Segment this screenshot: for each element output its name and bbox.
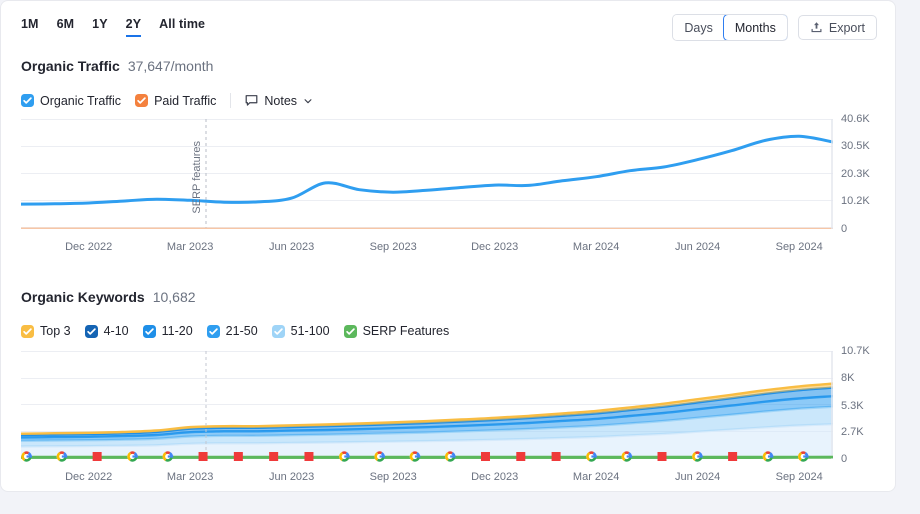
legend-item-4-10[interactable]: 4-10 [84, 324, 129, 338]
x-tick-label: Mar 2024 [572, 241, 620, 253]
traffic-gridlines [21, 119, 833, 228]
legend-divider [230, 93, 232, 108]
google-update-marker[interactable] [21, 451, 32, 462]
google-update-marker[interactable] [762, 451, 774, 462]
analytics-card: 1M 6M 1Y 2Y All time Days Months Export Organ… [0, 0, 896, 492]
export-icon [811, 22, 822, 33]
google-update-marker[interactable] [692, 451, 703, 462]
range-tab-1y[interactable]: 1Y [92, 17, 108, 37]
x-tick-label: Mar 2023 [166, 471, 214, 483]
keywords-event-markers[interactable] [21, 351, 833, 462]
organic-traffic-value: 37,647/month [127, 58, 214, 74]
x-tick-label: Dec 2022 [65, 241, 113, 253]
x-tick-label: Jun 2023 [269, 471, 315, 483]
granularity-option-months[interactable]: Months [722, 15, 787, 40]
google-update-marker[interactable] [798, 451, 809, 462]
range-tab-2y[interactable]: 2Y [125, 17, 142, 37]
range-tab-1m[interactable]: 1M [21, 17, 39, 37]
note-icon [245, 95, 258, 106]
chevron-down-icon [304, 98, 312, 103]
legend-item-serp-features[interactable]: SERP Features [343, 324, 449, 338]
checkbox-icon [142, 324, 156, 338]
x-tick-label: Dec 2023 [471, 241, 519, 253]
organic-keywords-value: 10,682 [152, 289, 196, 305]
checkbox-icon [21, 324, 34, 338]
legend-item-paid-traffic[interactable]: Paid Traffic [135, 94, 216, 108]
serp-change-marker[interactable] [92, 452, 102, 461]
checkbox-icon [21, 94, 34, 107]
x-tick-label: Dec 2022 [65, 471, 113, 483]
y-tick-label: 0 [841, 453, 848, 465]
y-tick-label: 20.3K [841, 168, 870, 180]
legend-item-51-100[interactable]: 51-100 [271, 324, 330, 338]
serp-change-marker[interactable] [198, 452, 208, 461]
serp-change-marker[interactable] [233, 452, 243, 461]
serp-change-marker[interactable] [480, 452, 490, 461]
y-tick-label: 2.7K [841, 425, 864, 438]
checkbox-icon [206, 324, 220, 338]
organic-keywords-header: Organic Keywords 10,682 [21, 289, 196, 305]
x-tick-label: Dec 2023 [471, 471, 519, 483]
chart-controls: Days Months Export [672, 14, 877, 41]
google-update-marker[interactable] [586, 451, 597, 462]
organic-traffic-chart[interactable] [19, 119, 835, 230]
y-tick-label: 0 [841, 223, 848, 235]
checkbox-icon [135, 94, 149, 107]
y-tick-label: 5.3K [841, 399, 864, 412]
granularity-toggle[interactable]: Days Months [672, 14, 788, 41]
x-tick-label: Jun 2024 [675, 241, 721, 253]
y-tick-label: 40.6K [841, 113, 870, 125]
y-tick-label: 30.5K [841, 140, 870, 153]
y-tick-label: 10.2K [841, 195, 870, 208]
google-update-marker[interactable] [56, 451, 68, 462]
serp-change-marker[interactable] [551, 452, 561, 461]
x-tick-label: Sep 2024 [775, 471, 823, 483]
google-update-marker[interactable] [621, 451, 633, 462]
export-label: Export [828, 20, 865, 35]
organic-keywords-title: Organic Keywords [21, 289, 145, 305]
traffic-plot-svg [19, 119, 835, 230]
organic-traffic-header: Organic Traffic 37,647/month [21, 58, 213, 74]
export-button[interactable]: Export [797, 15, 877, 40]
google-update-marker[interactable] [374, 451, 385, 462]
serp-change-marker[interactable] [728, 452, 738, 461]
time-range-tabs: 1M 6M 1Y 2Y All time [21, 17, 205, 37]
y-tick-label: 8K [841, 372, 855, 385]
serp-features-annotation: SERP features [191, 141, 203, 214]
x-tick-label: Sep 2023 [369, 471, 417, 483]
granularity-option-days[interactable]: Days [673, 15, 724, 40]
x-tick-label: Jun 2024 [675, 471, 721, 483]
legend-item-organic-traffic[interactable]: Organic Traffic [21, 94, 121, 108]
google-update-marker[interactable] [444, 451, 456, 462]
checkbox-icon [84, 324, 98, 338]
serp-change-marker[interactable] [516, 452, 526, 461]
legend-item-top-3[interactable]: Top 3 [21, 324, 71, 338]
notes-dropdown[interactable]: Notes [245, 94, 313, 108]
x-tick-label: Sep 2024 [775, 241, 823, 253]
legend-item-21-50[interactable]: 21-50 [206, 324, 258, 338]
checkbox-icon [343, 324, 357, 338]
x-tick-label: Mar 2023 [166, 241, 214, 253]
x-tick-label: Sep 2023 [369, 241, 417, 253]
traffic-legend: Organic Traffic Paid Traffic Notes [21, 93, 313, 108]
google-update-marker[interactable] [127, 451, 138, 462]
checkbox-icon [271, 324, 285, 338]
serp-change-marker[interactable] [304, 452, 314, 461]
google-update-marker[interactable] [409, 451, 421, 462]
serp-change-marker[interactable] [657, 452, 667, 461]
organic-keywords-chart[interactable] [19, 351, 835, 462]
legend-item-11-20[interactable]: 11-20 [142, 324, 193, 338]
keywords-legend: Top 3 4-10 11-20 21-50 51-100 SERP Features [21, 324, 449, 338]
range-tab-6m[interactable]: 6M [57, 17, 75, 37]
google-update-marker[interactable] [339, 451, 350, 462]
range-tab-all-time[interactable]: All time [159, 17, 205, 37]
x-tick-label: Jun 2023 [269, 241, 315, 253]
y-tick-label: 10.7K [841, 345, 870, 357]
organic-traffic-title: Organic Traffic [21, 58, 120, 74]
x-tick-label: Mar 2024 [572, 471, 620, 483]
serp-change-marker[interactable] [269, 452, 279, 461]
google-update-marker[interactable] [162, 451, 174, 462]
